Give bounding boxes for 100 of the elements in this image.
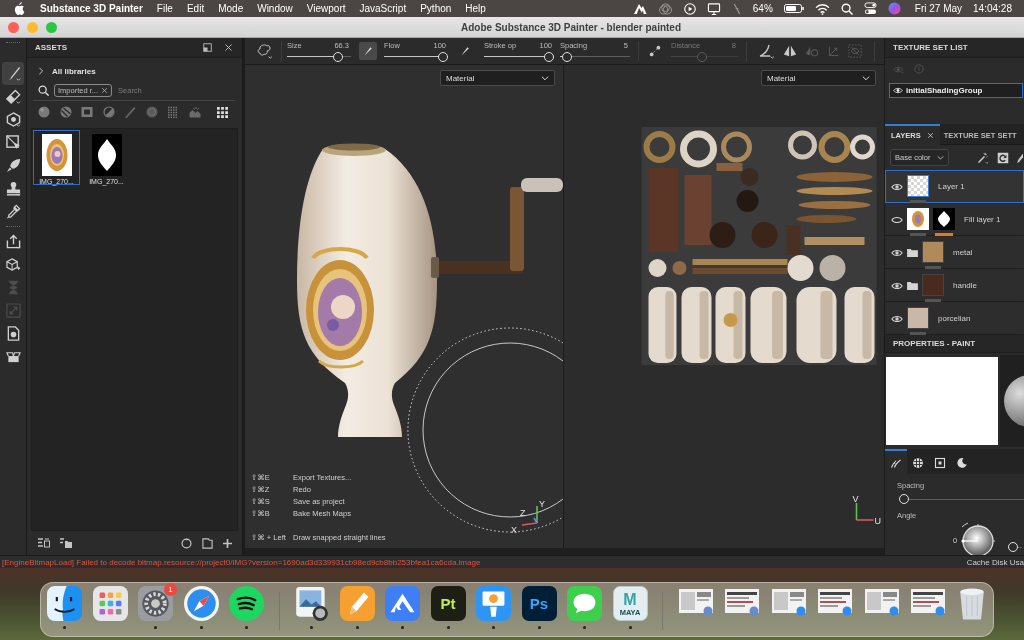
close-icon[interactable] [101,86,109,94]
cube-sparkle-icon [5,257,21,272]
panel-title: TEXTURE SET LIST [893,43,968,52]
compass-icon[interactable] [183,586,219,621]
document-icon [5,326,21,341]
open-box-icon [5,349,21,364]
app-tile[interactable]: Ps [521,586,557,621]
magic-wand-icon[interactable] [977,151,989,164]
menu-item[interactable]: Mode [218,3,244,14]
window-thumbnail[interactable] [724,586,760,616]
dotted-line-icon[interactable] [649,45,661,57]
refresh-icon[interactable] [181,537,192,549]
square-mask-icon[interactable] [81,106,93,118]
eye-outline-icon[interactable] [891,215,903,224]
battery-icon[interactable] [783,4,804,13]
eye-icon[interactable] [891,314,903,323]
menu-bar-date[interactable]: Fri 27 May [914,3,963,14]
wifi-icon[interactable] [814,2,830,15]
window-thumbnail[interactable] [863,586,900,616]
slash-icon[interactable] [731,2,742,15]
half-circle-icon[interactable] [102,106,115,118]
list-view-icon[interactable] [38,538,50,548]
material-dropdown[interactable]: Material [440,70,555,86]
mask-thumbnail [91,134,122,176]
menu-item[interactable]: Viewport [306,3,346,14]
speech-bubble-icon[interactable] [567,586,602,621]
menu-item[interactable]: Edit [186,3,205,14]
chevron-icon[interactable] [38,67,44,75]
display-icon[interactable] [706,2,721,15]
podium-icon[interactable] [476,586,511,621]
window-thumbnail[interactable] [817,586,853,616]
ornament-thumbnail [907,208,929,230]
opacity-bar [910,233,926,236]
pen-icon[interactable] [339,586,375,621]
property-tab[interactable] [885,449,907,474]
folder-icon [907,281,918,290]
caret-icon [541,75,549,81]
menu-item[interactable]: JavaScript [359,3,407,14]
tool-button[interactable] [2,62,24,85]
texture-set-item[interactable]: initialShadingGroup [889,83,1023,98]
toggles-icon[interactable] [863,2,877,15]
window-thumbnail[interactable] [770,586,807,616]
apple-icon[interactable] [14,2,25,15]
search-icon[interactable] [840,2,853,15]
eye-icon[interactable] [891,281,903,290]
menu-bar-clock[interactable]: 14:04:28 [973,3,1012,14]
sphere-icon[interactable] [38,106,50,118]
menu-item[interactable]: Help [465,3,486,14]
layer-row[interactable]: Layer 1 [885,170,1024,203]
curved-lines-icon[interactable] [229,586,264,621]
striped-sphere-icon[interactable] [59,106,72,118]
pressure-toggle[interactable] [359,42,377,60]
mountain-icon[interactable] [632,3,647,14]
app-tile[interactable]: Pt [430,586,466,621]
axis-label: Y [539,499,545,509]
folder-icon[interactable] [202,537,213,549]
axis-gizmo [855,502,875,521]
uv-viewport[interactable]: V U Material [564,65,884,548]
dotted-sphere-icon[interactable] [145,106,158,118]
texture-grid-icon[interactable] [167,106,179,118]
close-icon[interactable] [224,43,233,52]
eye-icon[interactable] [891,182,903,191]
status-message: [EngineBitmapLoad] Failed to decode bitmap.resource://project0/IMG?version=1690ad3d339931cb98ed9cb8bb253bfea1ca6cda.image [2,557,481,567]
angle-icon[interactable] [759,43,775,59]
window-thumbnail[interactable] [677,586,714,616]
photo-viewer-icon[interactable] [294,586,329,621]
mirror-icon[interactable] [783,44,797,58]
undock-icon[interactable] [203,43,212,52]
face-icon[interactable] [47,586,82,621]
play-icon[interactable] [683,2,696,15]
material-dropdown[interactable]: Material [761,70,876,86]
window-thumbnail[interactable] [910,586,946,616]
folder-list-icon[interactable] [60,538,72,548]
gear-icon[interactable] [138,586,173,621]
brush-stroke-icon[interactable] [124,106,136,118]
axis-label: Z [520,508,526,518]
app-grid-icon[interactable] [92,586,128,621]
brush-tip-icon[interactable] [257,43,273,59]
eye-icon[interactable] [891,248,903,257]
axis-gizmo [521,505,538,526]
rings-icon[interactable] [657,2,673,15]
menu-item[interactable]: Window [257,3,293,14]
slider-track[interactable] [1008,542,1023,552]
menu-item[interactable]: File [156,3,173,14]
plus-icon[interactable] [223,538,232,548]
refresh-square-icon[interactable] [997,151,1009,164]
brush-nib-icon [460,46,470,56]
landscape-icon[interactable] [188,106,201,118]
app-menu[interactable]: Substance 3D Painter [40,3,143,14]
polygon-fill-icon [5,135,21,150]
close-icon[interactable] [926,132,934,139]
notification-badge: 1 [164,583,177,596]
export-icon [5,234,21,249]
orb-icon[interactable] [887,2,901,15]
library-breadcrumb[interactable]: All libraries [52,66,96,76]
brush-icon[interactable] [1016,151,1024,164]
menu-item[interactable]: Python [420,3,452,14]
brush-nib-icon [363,46,373,56]
opacity-bar [910,332,926,335]
grid-view-icon[interactable] [217,106,228,118]
